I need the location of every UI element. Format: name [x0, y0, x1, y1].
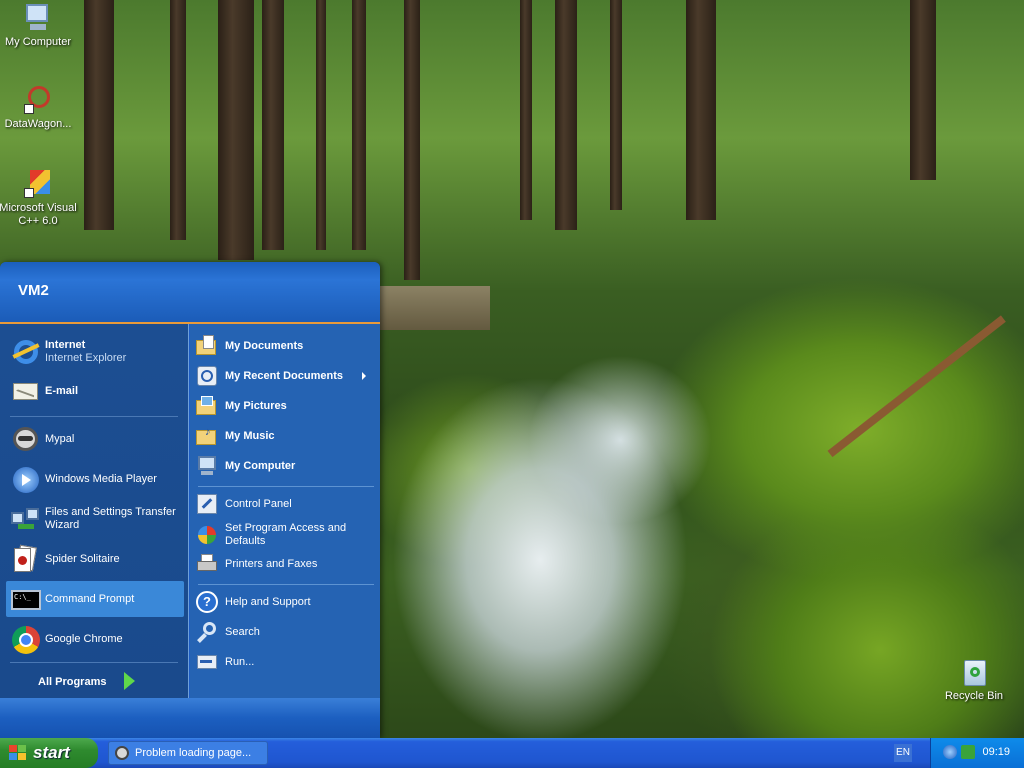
- email-icon: [10, 376, 40, 406]
- computer-icon: [22, 2, 54, 34]
- media-player-icon: [10, 464, 40, 494]
- start-menu-footer: [0, 698, 380, 738]
- printer-icon: [196, 553, 218, 575]
- mypal-icon: [115, 746, 129, 760]
- menu-item-my-computer[interactable]: My Computer: [196, 454, 374, 478]
- desktop-icon-recycle-bin[interactable]: Recycle Bin: [934, 656, 1014, 703]
- taskbar-button-label: Problem loading page...: [135, 747, 252, 759]
- menu-item-files-settings-transfer[interactable]: Files and Settings Transfer Wizard: [6, 500, 184, 538]
- wallpaper-tree: [910, 0, 936, 180]
- menu-item-mypal[interactable]: Mypal: [6, 422, 184, 456]
- internet-explorer-icon: [10, 337, 40, 367]
- menu-item-my-pictures[interactable]: My Pictures: [196, 394, 374, 418]
- network-icon[interactable]: [943, 745, 957, 759]
- folder-documents-icon: [196, 335, 218, 357]
- language-indicator[interactable]: EN: [894, 744, 912, 762]
- wallpaper-bridge: [380, 286, 490, 330]
- safely-remove-icon[interactable]: [961, 745, 975, 759]
- chrome-icon: [10, 624, 40, 654]
- wallpaper-tree: [404, 0, 420, 280]
- arrow-right-icon: [124, 672, 135, 690]
- spider-solitaire-icon: [10, 544, 40, 574]
- desktop-icon-visual-cpp[interactable]: Microsoft Visual C++ 6.0: [0, 168, 78, 228]
- wallpaper-tree: [170, 0, 186, 240]
- menu-item-printers-faxes[interactable]: Printers and Faxes: [196, 552, 374, 576]
- menu-item-internet[interactable]: Internet Internet Explorer: [6, 334, 184, 370]
- menu-item-run[interactable]: Run...: [196, 650, 374, 674]
- wallpaper-tree: [610, 0, 622, 210]
- menu-item-google-chrome[interactable]: Google Chrome: [6, 622, 184, 656]
- recent-documents-icon: [196, 365, 218, 387]
- wallpaper-tree: [686, 0, 716, 220]
- system-tray: 09:19: [930, 738, 1024, 768]
- taskbar-button-browser[interactable]: Problem loading page...: [108, 741, 268, 765]
- menu-separator: [10, 416, 178, 417]
- menu-item-my-music[interactable]: ♪ My Music: [196, 424, 374, 448]
- program-defaults-icon: [196, 524, 218, 546]
- start-label: start: [33, 743, 70, 762]
- menu-item-help-support[interactable]: ? Help and Support: [196, 590, 374, 614]
- menu-item-my-documents[interactable]: My Documents: [196, 334, 374, 358]
- menu-item-search[interactable]: Search: [196, 620, 374, 644]
- start-button[interactable]: start: [0, 738, 98, 768]
- menu-item-email[interactable]: E-mail: [6, 374, 184, 408]
- recycle-bin-icon: [958, 656, 990, 688]
- submenu-arrow-icon: [362, 372, 366, 380]
- all-programs-button[interactable]: All Programs: [38, 676, 106, 688]
- wallpaper-tree: [84, 0, 114, 230]
- folder-music-icon: ♪: [196, 425, 218, 447]
- computer-icon: [196, 455, 218, 477]
- start-menu-header: VM2: [0, 262, 380, 324]
- menu-separator: [198, 584, 374, 585]
- wallpaper-tree: [352, 0, 366, 250]
- run-icon: [196, 651, 218, 673]
- menu-item-set-program-access[interactable]: Set Program Access and Defaults: [196, 520, 374, 550]
- menu-item-my-recent-documents[interactable]: My Recent Documents: [196, 364, 374, 388]
- clock[interactable]: 09:19: [982, 746, 1010, 758]
- menu-separator: [10, 662, 178, 663]
- desktop-icon-my-computer[interactable]: My Computer: [0, 2, 78, 49]
- taskbar: start Problem loading page... EN 09:19: [0, 738, 1024, 768]
- help-icon: ?: [196, 591, 218, 613]
- wallpaper-tree: [555, 0, 577, 230]
- wallpaper-tree: [262, 0, 284, 250]
- windows-logo-icon: [9, 745, 27, 761]
- menu-item-control-panel[interactable]: Control Panel: [196, 492, 374, 516]
- user-name: VM2: [18, 282, 49, 299]
- desktop-icon-datawagon[interactable]: DataWagon...: [0, 84, 78, 131]
- datawagon-icon: [22, 84, 54, 116]
- wallpaper-tree: [218, 0, 254, 260]
- transfer-wizard-icon: [10, 504, 40, 534]
- menu-separator: [198, 486, 374, 487]
- menu-item-spider-solitaire[interactable]: Spider Solitaire: [6, 542, 184, 576]
- start-menu: VM2 Internet Internet Explorer E-mail Myp…: [0, 262, 380, 738]
- wallpaper-tree: [316, 0, 326, 250]
- command-prompt-icon: C:\_: [10, 584, 41, 614]
- menu-item-command-prompt[interactable]: C:\_ Command Prompt: [6, 581, 184, 617]
- folder-pictures-icon: [196, 395, 218, 417]
- wallpaper-tree: [520, 0, 532, 220]
- control-panel-icon: [196, 493, 218, 515]
- mypal-icon: [10, 424, 40, 454]
- visual-cpp-icon: [22, 168, 54, 200]
- menu-item-windows-media-player[interactable]: Windows Media Player: [6, 462, 184, 496]
- wallpaper-log: [827, 315, 1006, 458]
- search-icon: [196, 621, 218, 643]
